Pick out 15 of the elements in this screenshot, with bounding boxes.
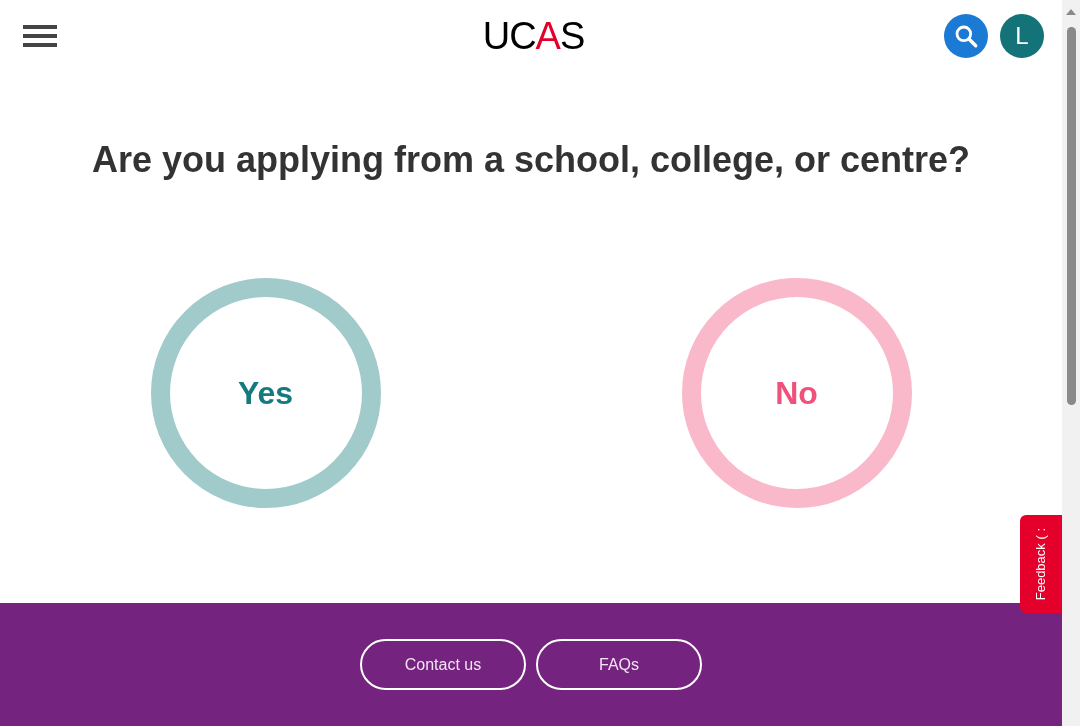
scrollbar[interactable]: [1062, 0, 1080, 726]
feedback-tab[interactable]: Feedback ( :: [1020, 515, 1062, 613]
footer-link-button[interactable]: FAQs: [536, 639, 702, 690]
scroll-up-arrow-icon[interactable]: [1066, 9, 1076, 15]
logo[interactable]: UCAS: [482, 17, 585, 55]
menu-icon: [23, 25, 57, 47]
search-button[interactable]: [944, 14, 988, 58]
footer-link-button[interactable]: Contact us: [360, 639, 526, 690]
search-icon: [953, 23, 979, 49]
choice-button[interactable]: Yes: [150, 278, 381, 508]
choice-button[interactable]: No: [681, 278, 912, 508]
question-heading: Are you applying from a school, college, or centre?: [90, 138, 972, 182]
account-avatar[interactable]: L: [1000, 14, 1044, 58]
menu-button[interactable]: [23, 24, 57, 48]
scrollbar-thumb[interactable]: [1066, 27, 1076, 405]
